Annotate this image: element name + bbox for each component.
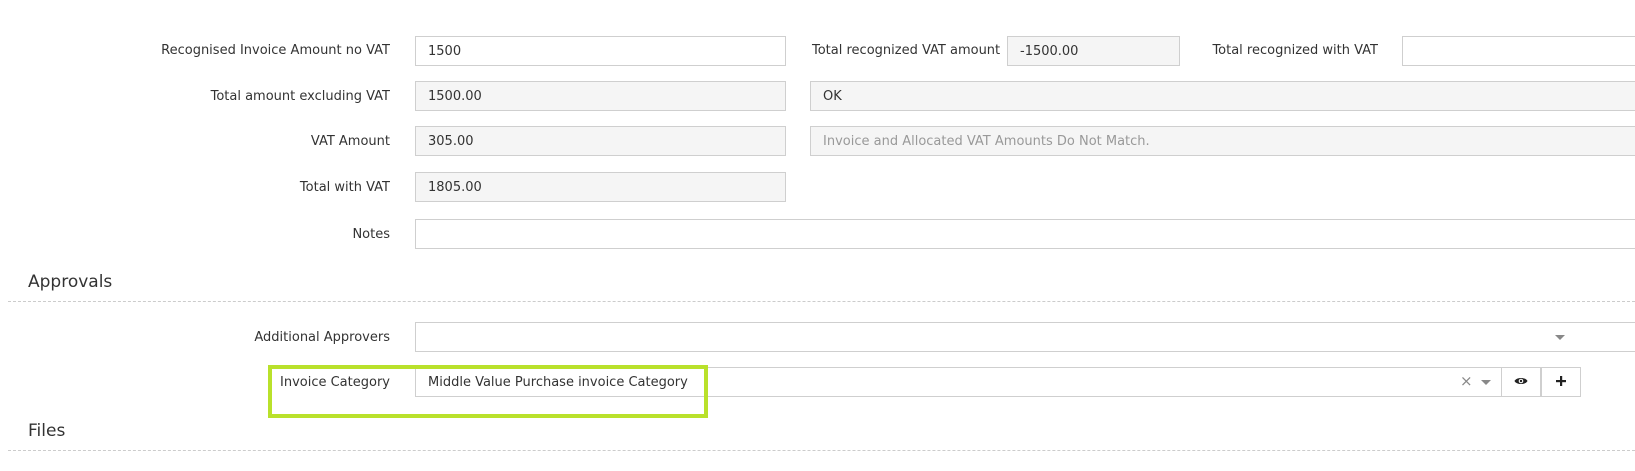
files-section-title: Files	[28, 421, 66, 441]
vat-amount-field: 305.00	[415, 126, 786, 156]
recognised-invoice-amount-label: Recognised Invoice Amount no VAT	[161, 43, 390, 58]
add-category-button[interactable]	[1541, 367, 1581, 397]
total-with-vat-label: Total with VAT	[299, 180, 390, 195]
total-recognized-with-vat-field[interactable]	[1402, 36, 1635, 66]
approvals-section-title: Approvals	[28, 272, 113, 292]
total-recognized-vat-field: -1500.00	[1007, 36, 1180, 66]
vat-amount-label: VAT Amount	[310, 134, 390, 149]
notes-input[interactable]	[415, 219, 1635, 249]
additional-approvers-label: Additional Approvers	[254, 330, 390, 345]
chevron-down-icon[interactable]	[1555, 335, 1565, 340]
notes-label: Notes	[352, 227, 390, 242]
approvals-divider	[8, 301, 1635, 302]
plus-icon	[1556, 375, 1566, 390]
invoice-category-highlight	[268, 365, 708, 418]
total-with-vat-field: 1805.00	[415, 172, 786, 202]
recognised-invoice-amount-input[interactable]: 1500	[415, 36, 786, 66]
total-recognized-with-vat-label: Total recognized with VAT	[1212, 43, 1378, 58]
amount-status-field: OK	[810, 81, 1635, 111]
vat-status-field: Invoice and Allocated VAT Amounts Do Not…	[810, 126, 1635, 156]
additional-approvers-select[interactable]	[415, 322, 1635, 352]
total-excluding-vat-label: Total amount excluding VAT	[210, 89, 390, 104]
total-recognized-vat-label: Total recognized VAT amount	[812, 43, 1001, 58]
chevron-down-icon[interactable]	[1481, 380, 1491, 385]
total-excluding-vat-field: 1500.00	[415, 81, 786, 111]
view-category-button[interactable]	[1501, 367, 1541, 397]
files-divider	[8, 450, 1635, 451]
eye-icon	[1514, 375, 1528, 390]
close-icon[interactable]: ×	[1460, 374, 1473, 389]
